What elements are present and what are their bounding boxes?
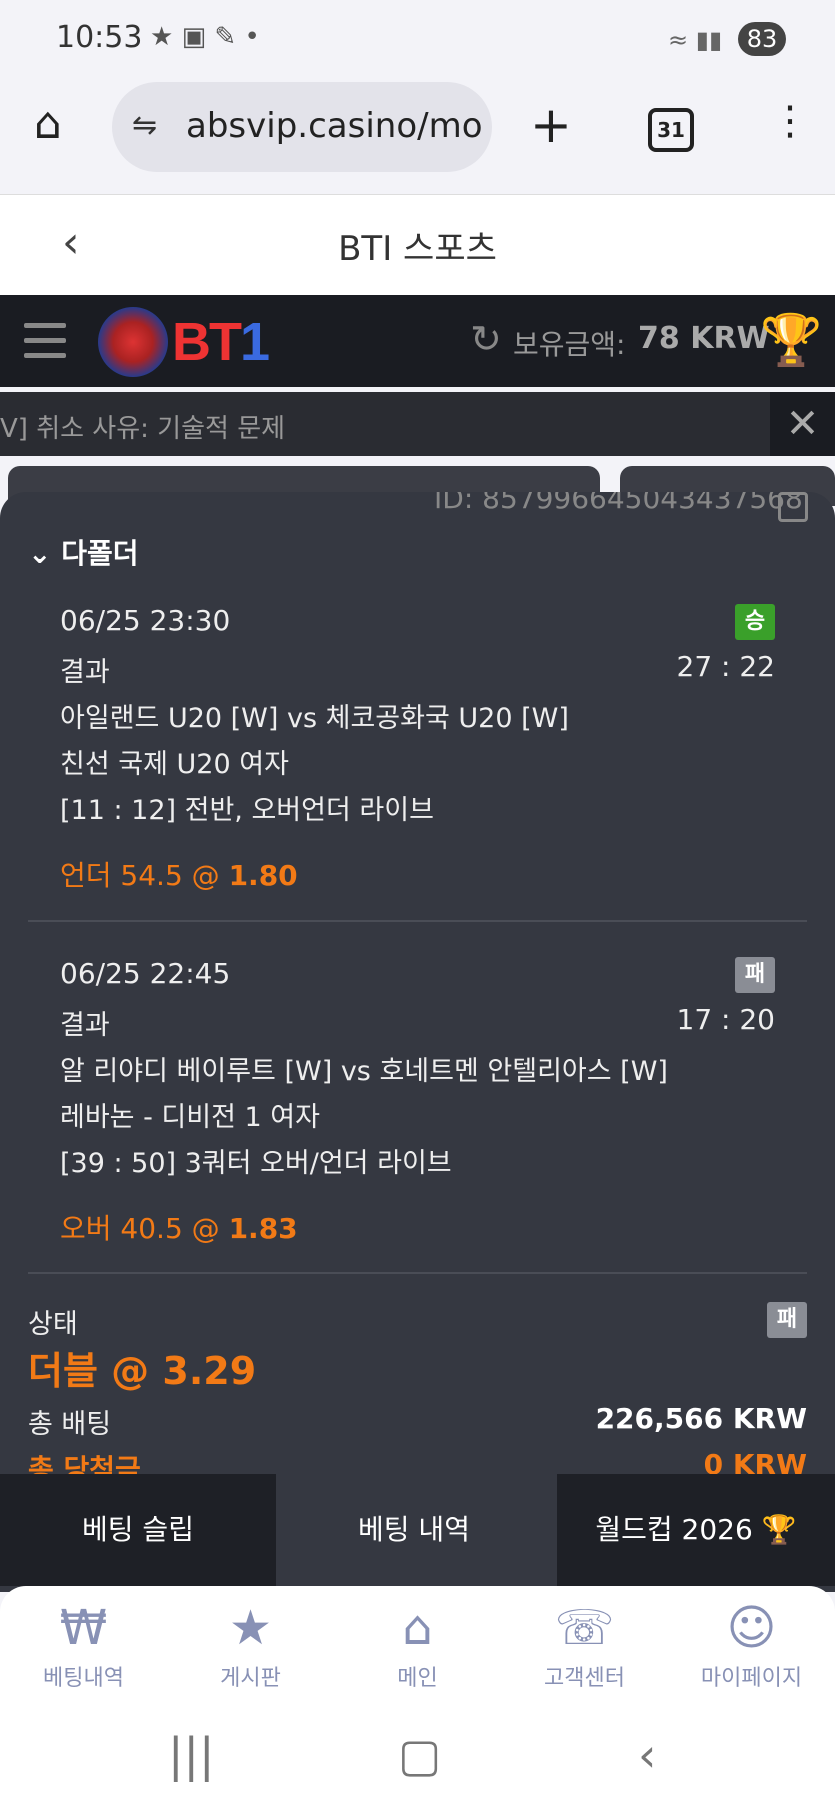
lose-badge: 패 [735,957,775,993]
odds: 1.83 [228,1212,298,1245]
status-badge: 패 [767,1302,807,1338]
league: 레바논 - 디비전 1 여자 [60,1102,320,1133]
bet-detail-sheet: ID: 857996645043437568 ⌄ 다폴더 06/25 23:30… [0,492,835,1592]
signal-icon: ≈ ▮▮ [668,26,723,54]
status-bar: 10:53 ★ ▣ ✎ • ≈ ▮▮ 83 [0,0,835,80]
copy-icon[interactable] [778,492,808,522]
market: [39 : 50] 3쿼터 오버/언더 라이브 [60,1148,452,1179]
trophy-icon[interactable]: 🏆 [760,311,822,370]
nav-board[interactable]: ★ 게시판 [167,1586,334,1704]
bet-tabs: 베팅 슬립 베팅 내역 월드컵 2026 🏆 [0,1474,835,1586]
nav-customer-center[interactable]: ☏ 고객센터 [501,1586,668,1704]
folder-toggle[interactable]: ⌄ 다폴더 [28,532,139,572]
pick: 언더 54.5 @ 1.80 [60,859,298,892]
tab-bet-slip[interactable]: 베팅 슬립 [0,1474,276,1586]
bet-type: 더블 @ 3.29 [28,1349,257,1393]
hamburger-menu-icon[interactable] [24,323,66,368]
market: [11 : 12] 전반, 오버언더 라이브 [60,795,434,826]
address-bar[interactable]: ⇋ absvip.casino/mo [112,82,492,172]
bottom-navigation: ₩ 베팅내역 ★ 게시판 ⌂ 메인 ☏ 고객센터 ☺ 마이페이지 [0,1586,835,1704]
betting-ticket-icon: ₩ [59,1600,108,1656]
close-icon[interactable]: ✕ [770,392,835,456]
site-header: BT1 ↻ 보유금액: 78 KRW 🏆 [0,295,835,387]
leg-datetime: 06/25 22:45 [60,957,231,990]
bet-leg: 06/25 22:45 패 결과 17 : 20 알 리야디 베이루트 [W] … [0,957,835,1257]
score: 17 : 20 [676,1003,776,1036]
divider [28,920,807,922]
back-icon[interactable]: ‹ [638,1728,656,1782]
recent-apps-icon[interactable]: ||| [168,1728,215,1782]
refresh-icon[interactable]: ↻ [470,317,502,361]
status-label: 상태 [28,1309,78,1340]
clock: 10:53 [56,20,143,55]
pick: 오버 40.5 @ 1.83 [60,1212,298,1245]
site-settings-icon[interactable]: ⇋ [132,108,157,143]
leg-datetime: 06/25 23:30 [60,604,231,637]
bet-leg: 06/25 23:30 승 결과 27 : 22 아일랜드 U20 [W] vs… [0,604,835,904]
page-title-bar: ‹ BTI 스포츠 [0,195,835,295]
battery-indicator: 83 [738,22,786,56]
balance-value: 78 KRW [638,321,770,356]
win-badge: 승 [735,604,775,640]
headset-icon: ☏ [554,1600,615,1656]
result-label: 결과 [60,657,110,688]
total-bet-label: 총 배팅 [28,1409,112,1440]
divider [28,1272,807,1274]
url-text: absvip.casino/mo [186,106,483,146]
board-star-icon: ★ [228,1600,273,1656]
nav-betting-history[interactable]: ₩ 베팅내역 [0,1586,167,1704]
total-bet-value: 226,566 KRW [595,1402,807,1435]
teams: 아일랜드 U20 [W] vs 체코공화국 U20 [W] [60,703,569,734]
league: 친선 국제 U20 여자 [60,749,289,780]
logo-mark [98,307,168,377]
tab-bet-history[interactable]: 베팅 내역 [276,1474,552,1586]
folder-label: 다폴더 [61,537,139,570]
system-navigation: ||| ▢ ‹ [0,1704,835,1809]
notice-text: V] 취소 사유: 기술적 문제 [0,414,286,444]
user-icon: ☺ [726,1600,777,1656]
bet-summary: 상태 패 더블 @ 3.29 총 배팅 226,566 KRW 총 당첨금 0 … [0,1302,835,1502]
site-logo[interactable]: BT1 [172,311,270,373]
odds: 1.80 [228,859,298,892]
home-icon: ⌂ [402,1600,433,1656]
world-cup-trophy-icon: 🏆 [761,1513,797,1546]
new-tab-icon[interactable]: + [530,96,572,154]
bet-id: ID: 857996645043437568 [434,492,803,515]
result-label: 결과 [60,1010,110,1041]
tab-switcher-button[interactable]: 31 [648,108,694,152]
balance-label: 보유금액: [513,328,626,361]
nav-main[interactable]: ⌂ 메인 [334,1586,501,1704]
nav-my-page[interactable]: ☺ 마이페이지 [668,1586,835,1704]
more-menu-icon[interactable]: ⋮ [770,98,810,144]
page-title: BTI 스포츠 [338,229,497,269]
home-button-icon[interactable]: ▢ [398,1728,441,1782]
tab-world-cup[interactable]: 월드컵 2026 🏆 [557,1474,835,1586]
home-icon[interactable]: ⌂ [34,98,62,149]
score: 27 : 22 [676,650,776,683]
notice-ticker: V] 취소 사유: 기술적 문제 ✕ [0,392,835,456]
teams: 알 리야디 베이루트 [W] vs 호네트멘 안텔리아스 [W] [60,1056,668,1087]
notification-icons: ★ ▣ ✎ • [150,22,260,52]
